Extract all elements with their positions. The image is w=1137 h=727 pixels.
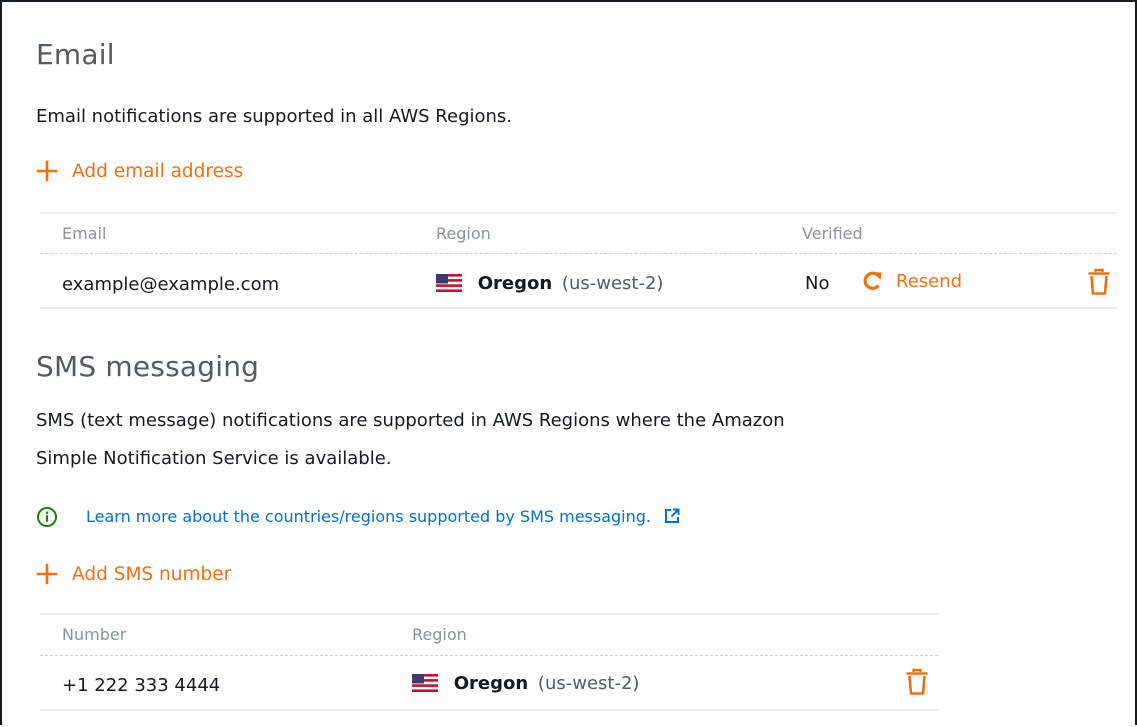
us-flag-icon xyxy=(436,274,462,292)
sms-header-divider xyxy=(40,655,938,656)
add-sms-number-button[interactable]: Add SMS number xyxy=(36,563,231,585)
email-table-top-border xyxy=(40,212,1117,214)
col-header-email: Email xyxy=(62,224,107,243)
trash-icon[interactable] xyxy=(1087,268,1111,296)
plus-icon xyxy=(36,563,58,585)
email-table-bottom-border xyxy=(40,307,1117,309)
sms-table-top-border xyxy=(40,613,938,615)
sms-description-line1: SMS (text message) notifications are sup… xyxy=(36,410,785,431)
region-code: (us-west-2) xyxy=(537,673,640,694)
email-description: Email notifications are supported in all… xyxy=(36,106,513,127)
plus-icon xyxy=(36,160,58,182)
email-section-title: Email xyxy=(36,38,115,71)
info-circle-icon xyxy=(37,507,57,527)
us-flag-icon xyxy=(412,674,438,692)
resend-label: Resend xyxy=(896,270,963,292)
trash-icon[interactable] xyxy=(905,668,929,696)
resend-button[interactable]: Resend xyxy=(862,269,962,293)
region-name: Oregon xyxy=(453,673,529,694)
region-cell: Oregon (us-west-2) xyxy=(412,673,639,694)
verified-status: No xyxy=(805,273,830,294)
sms-table-bottom-border xyxy=(40,709,938,711)
region-code: (us-west-2) xyxy=(561,273,664,294)
col-header-region: Region xyxy=(436,224,491,243)
email-cell: example@example.com xyxy=(62,274,280,295)
col-header-number: Number xyxy=(62,625,127,644)
add-email-address-label: Add email address xyxy=(72,160,244,182)
email-header-divider xyxy=(40,253,1117,254)
col-header-verified: Verified xyxy=(802,224,863,243)
sms-description-line2: Simple Notification Service is available… xyxy=(36,448,392,469)
sms-number-cell: +1 222 333 4444 xyxy=(62,675,221,696)
refresh-icon xyxy=(863,271,882,290)
sms-section-title: SMS messaging xyxy=(36,350,260,383)
add-sms-number-label: Add SMS number xyxy=(72,563,232,585)
region-name: Oregon xyxy=(477,273,553,294)
region-cell: Oregon (us-west-2) xyxy=(436,273,663,294)
add-email-address-button[interactable]: Add email address xyxy=(36,160,243,182)
col-header-region: Region xyxy=(412,625,467,644)
external-link-icon xyxy=(665,508,680,523)
learn-more-label: Learn more about the countries/regions s… xyxy=(86,507,652,526)
sms-regions-learn-more-link[interactable]: Learn more about the countries/regions s… xyxy=(86,507,680,526)
